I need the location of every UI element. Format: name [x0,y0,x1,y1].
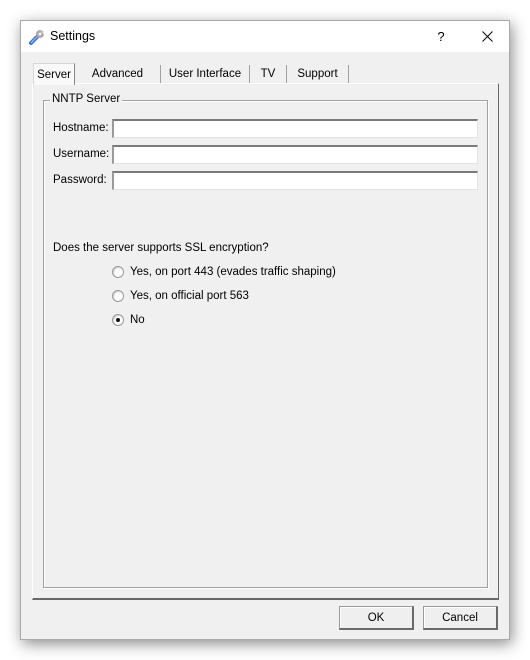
password-label: Password: [53,174,107,186]
username-label: Username: [53,148,110,160]
ssl-question: Does the server supports SSL encryption? [53,242,269,254]
wrench-icon [28,28,46,46]
radio-label: No [130,314,145,326]
nntp-server-group: NNTP Server Hostname: Username: Password… [43,93,488,588]
hostname-input[interactable] [112,119,478,138]
ok-button[interactable]: OK [339,606,414,630]
hostname-label: Hostname: [53,122,109,134]
radio-label: Yes, on official port 563 [130,290,249,302]
ssl-option-port-563[interactable]: Yes, on official port 563 [112,288,249,304]
radio-button[interactable] [112,290,124,302]
radio-label: Yes, on port 443 (evades traffic shaping… [130,266,336,278]
group-title: NNTP Server [50,93,123,105]
window-title: Settings [50,29,96,43]
close-button[interactable] [471,21,503,52]
password-input[interactable] [112,171,478,190]
help-button[interactable]: ? [431,21,451,52]
ssl-option-port-443[interactable]: Yes, on port 443 (evades traffic shaping… [112,264,336,280]
cancel-button[interactable]: Cancel [423,606,498,630]
close-icon [481,31,493,42]
tab-support[interactable]: Support [287,65,349,84]
username-input[interactable] [112,145,478,164]
ssl-option-no[interactable]: No [112,312,145,328]
radio-button-selected[interactable] [112,314,124,326]
radio-button[interactable] [112,266,124,278]
tab-advanced[interactable]: Advanced [75,65,161,84]
server-tab-pane: NNTP Server Hostname: Username: Password… [32,83,499,600]
tab-server[interactable]: Server [33,63,75,85]
tab-tv[interactable]: TV [250,65,287,84]
settings-dialog: Settings ? Server Advanced User Interfac… [20,20,510,640]
tab-user-interface[interactable]: User Interface [161,65,250,84]
title-bar[interactable]: Settings ? [21,21,509,52]
